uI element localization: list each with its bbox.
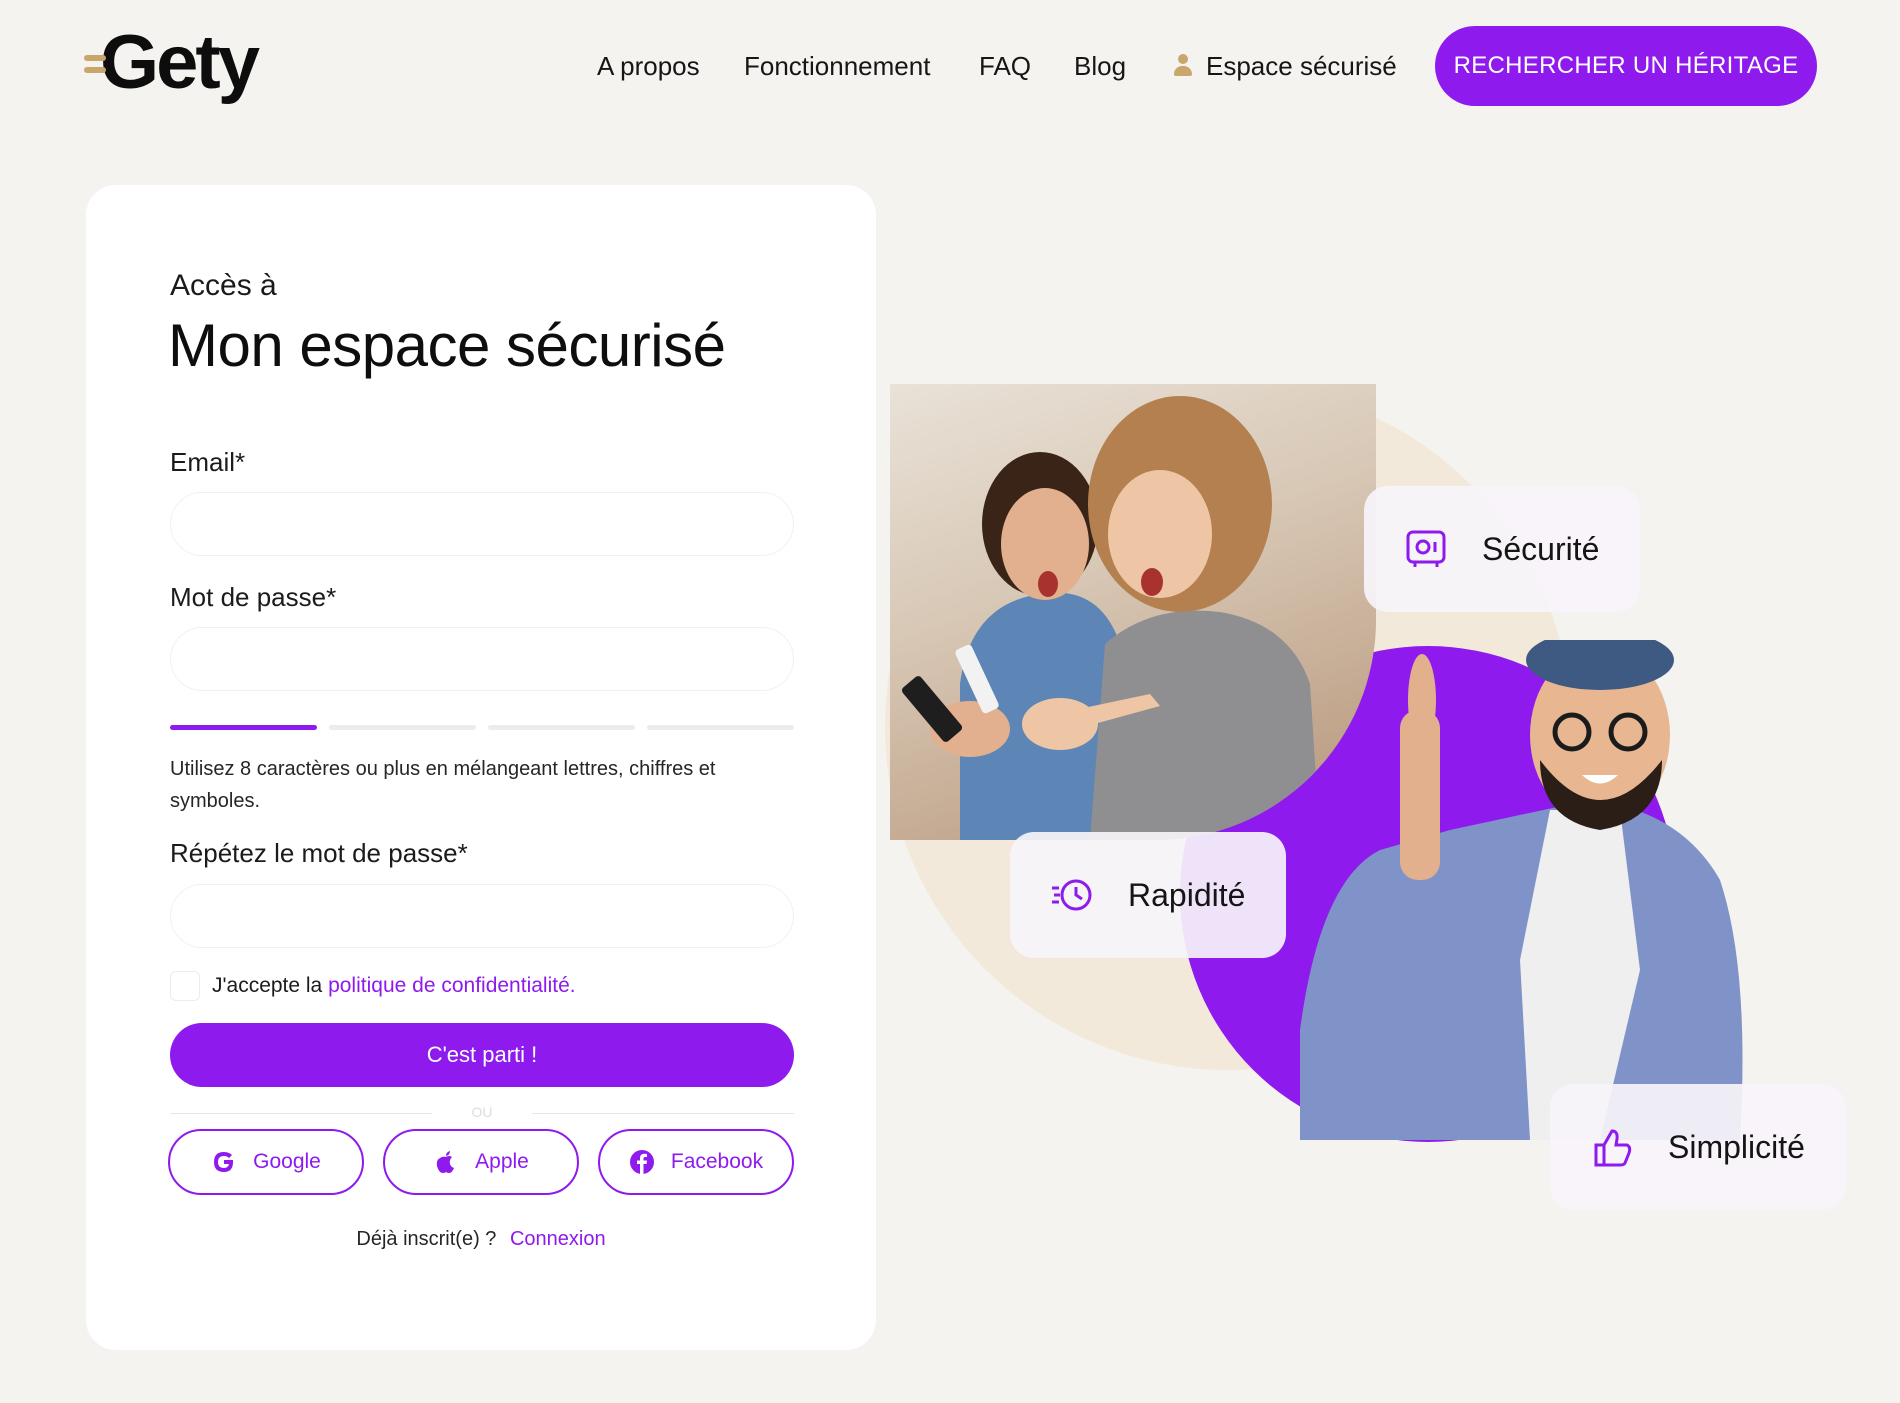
email-label: Email* [170,447,246,477]
password-label: Mot de passe* [170,582,337,612]
apple-button-label: Apple [475,1150,529,1173]
separator-label: OU [471,1104,493,1120]
facebook-button-label: Facebook [670,1150,764,1173]
already-registered-row: Déjà inscrit(e) ? Connexion [86,1228,876,1251]
nav-espace-securise-label: Espace sécurisé [1206,51,1397,81]
logo-mark-icon [84,43,106,83]
separator-line [532,1113,794,1114]
privacy-row: J'accepte la politique de confidentialit… [170,971,576,1001]
login-link[interactable]: Connexion [510,1228,606,1250]
logo[interactable]: Gety [84,18,260,108]
password-hint: Utilisez 8 caractères ou plus en mélange… [170,758,716,812]
thumbs-up-icon [1594,1129,1632,1167]
facebook-button[interactable]: Facebook [598,1129,794,1195]
security-badge-label: Sécurité [1482,530,1600,567]
password-field[interactable] [170,627,794,691]
simplicity-badge-label: Simplicité [1668,1128,1805,1165]
google-button-label: Google [253,1150,321,1173]
logo-text: Gety [100,20,260,105]
strength-segment [488,725,635,730]
fast-clock-icon [1052,879,1092,911]
already-registered-text: Déjà inscrit(e) ? [356,1228,497,1250]
man-photo [1300,640,1850,1140]
simplicity-badge: Simplicité [1550,1084,1846,1210]
strength-segment [170,725,317,730]
email-field[interactable] [170,492,794,556]
google-icon [214,1152,234,1172]
nav-blog[interactable]: Blog [1074,50,1126,82]
card-kicker: Accès à [170,269,277,302]
safe-icon [1406,530,1446,567]
google-button[interactable]: Google [168,1129,364,1195]
privacy-checkbox[interactable] [170,971,200,1001]
nav-espace-securise[interactable]: Espace sécurisé [1172,50,1397,82]
security-badge: Sécurité [1364,486,1640,612]
submit-button[interactable]: C'est parti ! [170,1023,794,1087]
password-strength-meter [170,725,794,730]
nav-a-propos[interactable]: A propos [597,50,700,82]
privacy-policy-link[interactable]: politique de confidentialité. [328,974,576,997]
privacy-text: J'accepte la politique de confidentialit… [212,974,576,998]
header: Gety A propos Fonctionnement FAQ Blog Es… [0,0,1900,140]
strength-segment [329,725,476,730]
repeat-password-label: Répétez le mot de passe* [170,838,468,868]
user-icon [1172,54,1194,78]
speed-badge-label: Rapidité [1128,876,1246,913]
repeat-password-field[interactable] [170,884,794,948]
man-photo-illustration [1300,640,1743,1140]
nav-fonctionnement[interactable]: Fonctionnement [744,50,930,82]
privacy-prefix: J'accepte la [212,974,329,997]
speed-badge: Rapidité [1010,832,1286,958]
page: Gety A propos Fonctionnement FAQ Blog Es… [0,0,1900,1403]
page-title: Mon espace sécurisé [168,312,726,379]
strength-segment [647,725,794,730]
search-heritage-button[interactable]: RECHERCHER UN HÉRITAGE [1435,26,1817,106]
facebook-icon [629,1150,654,1174]
apple-button[interactable]: Apple [383,1129,579,1195]
nav-faq[interactable]: FAQ [979,50,1031,82]
or-separator: OU [170,1103,794,1123]
signup-card: Accès à Mon espace sécurisé Email* Mot d… [86,185,876,1350]
apple-icon [436,1151,455,1173]
